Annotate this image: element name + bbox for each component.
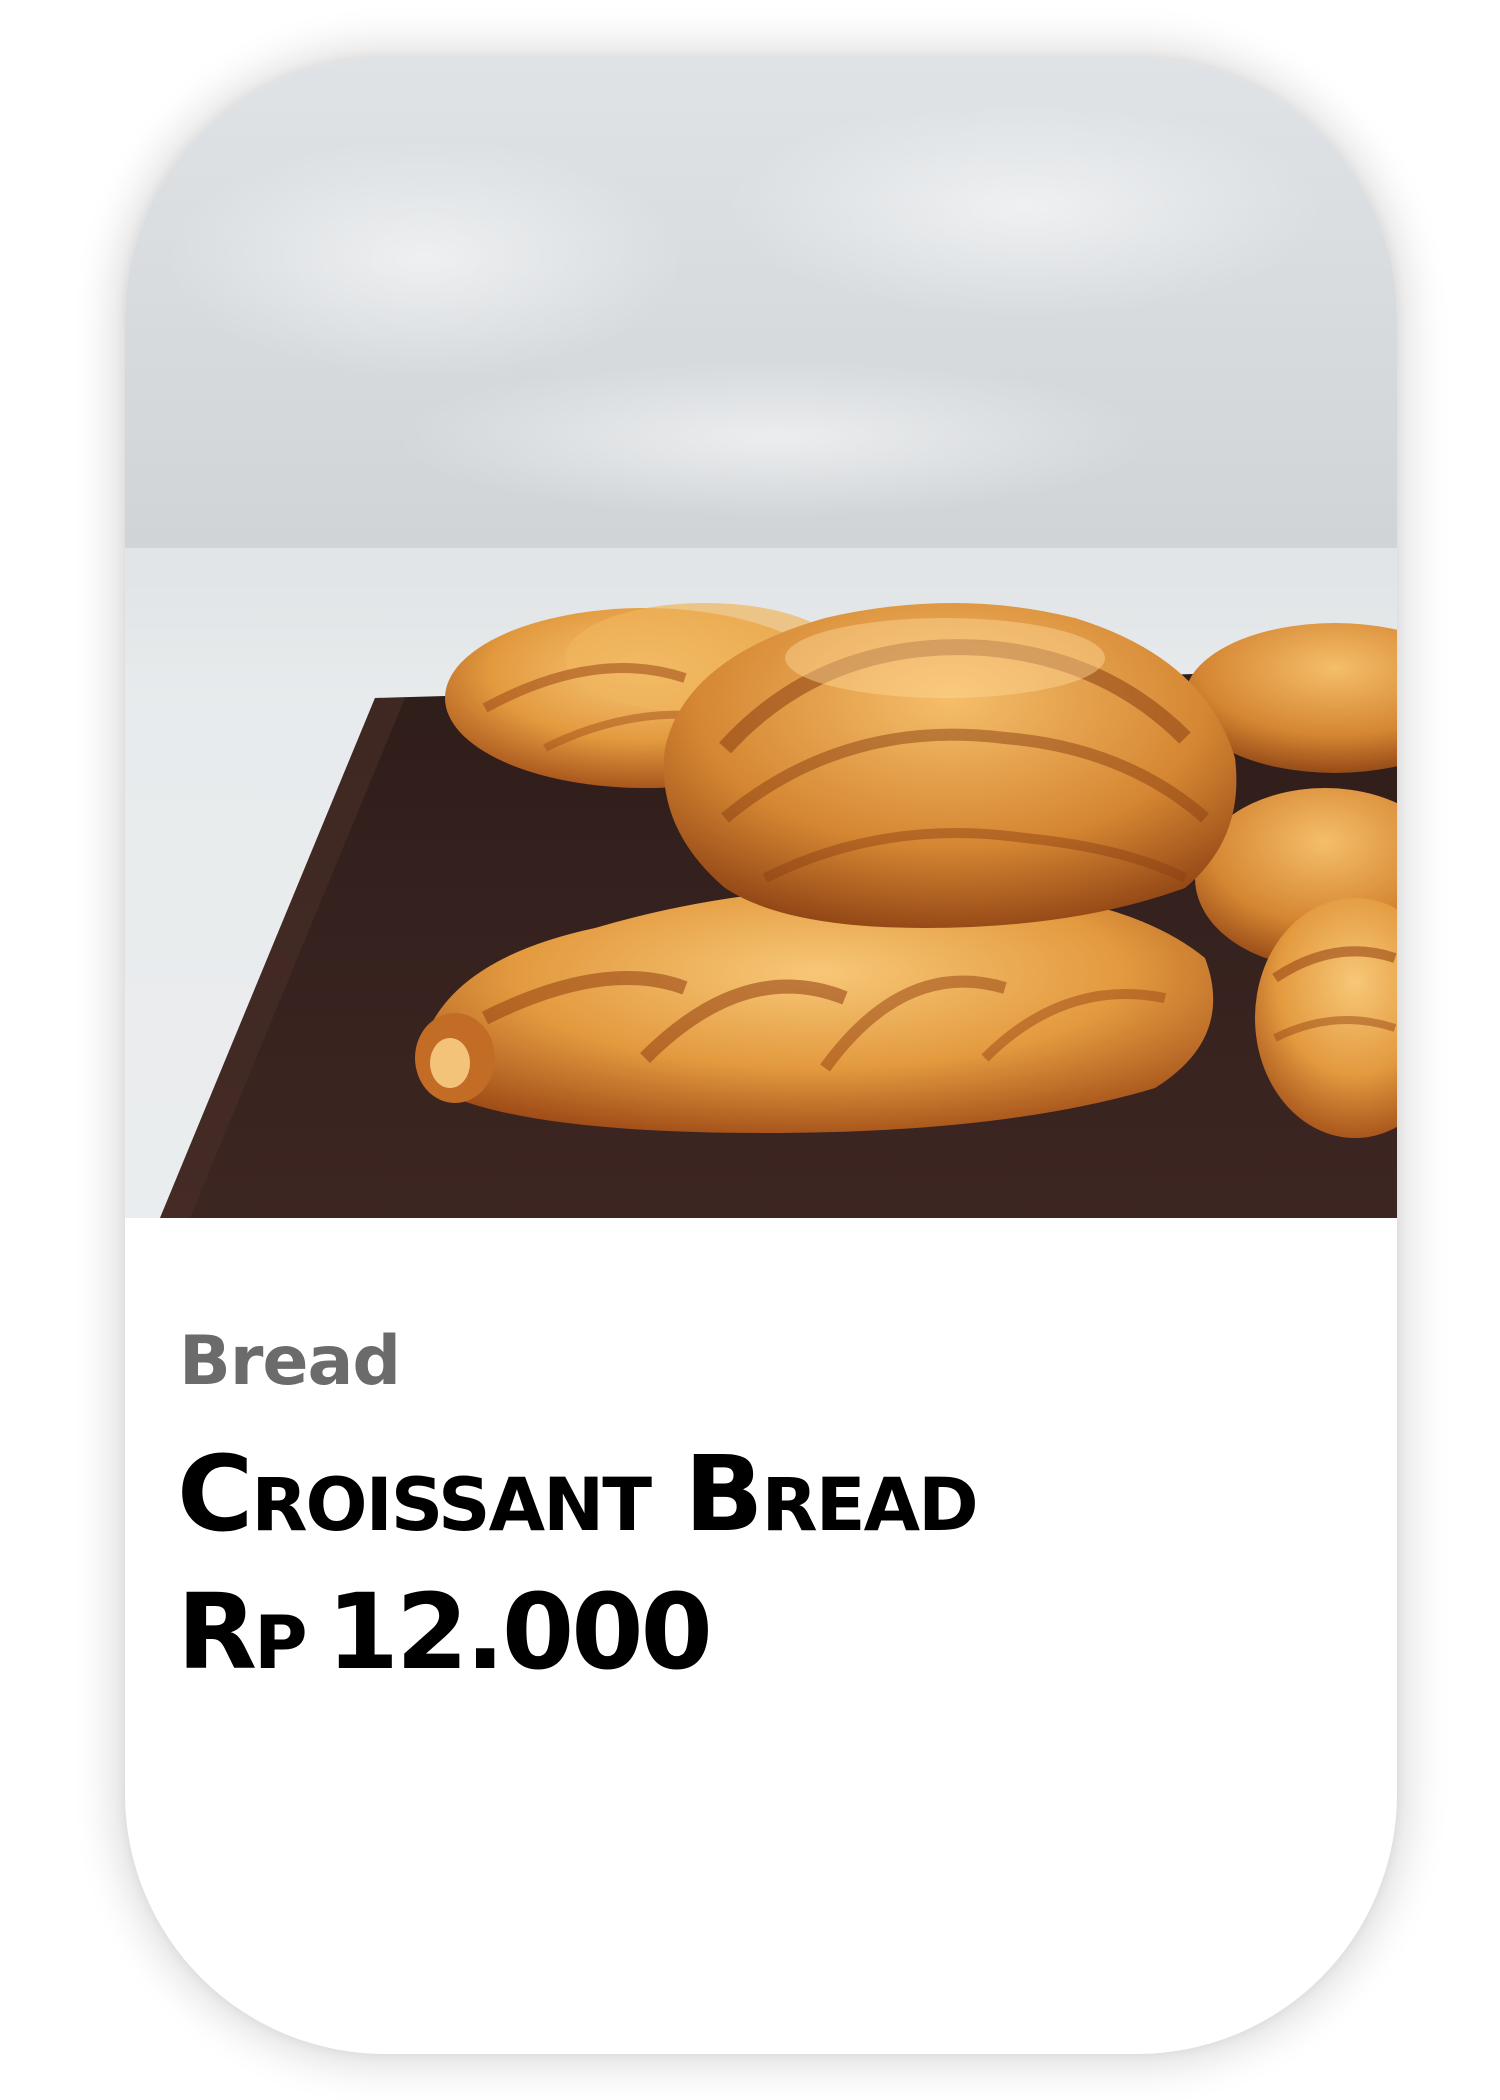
product-name: Croissant Bread — [177, 1433, 979, 1555]
product-card[interactable]: Bread Croissant Bread Rp 12.000 — [125, 58, 1397, 2054]
page: Bread Croissant Bread Rp 12.000 — [0, 0, 1500, 2100]
price-currency: Rp — [177, 1571, 308, 1693]
croissant-photo — [125, 58, 1397, 1218]
product-price: Rp 12.000 — [177, 1580, 1357, 1684]
product-image — [125, 58, 1397, 1218]
product-category: Bread — [179, 1322, 401, 1401]
croissant-top — [663, 603, 1237, 928]
product-info: Bread Croissant Bread Rp 12.000 — [177, 1258, 1357, 1685]
price-amount: 12.000 — [326, 1571, 713, 1693]
